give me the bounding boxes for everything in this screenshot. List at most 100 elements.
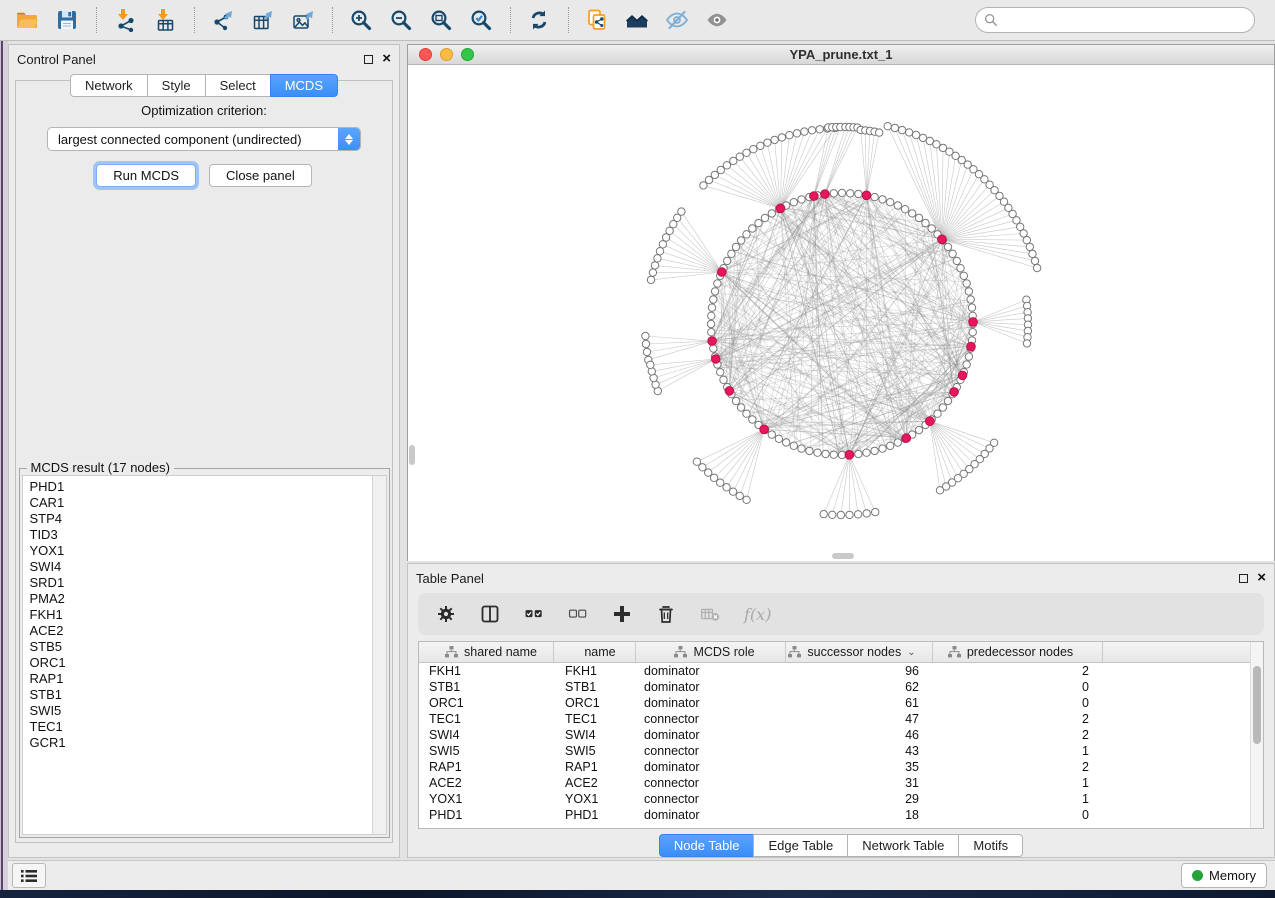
table-row[interactable]: STB1STB1dominator620 (419, 679, 1263, 695)
task-history-button[interactable] (12, 863, 46, 888)
table-settings-button[interactable] (436, 602, 456, 626)
table-row[interactable]: FKH1FKH1dominator962 (419, 663, 1263, 679)
network-node[interactable] (838, 189, 845, 196)
table-row[interactable]: SWI5SWI5connector431 (419, 743, 1263, 759)
mcds-result-item[interactable]: SWI4 (30, 559, 372, 575)
network-node[interactable] (764, 139, 771, 146)
network-node[interactable] (944, 397, 951, 404)
run-mcds-button[interactable]: Run MCDS (96, 164, 196, 187)
network-node[interactable] (732, 397, 739, 404)
network-node[interactable] (771, 136, 778, 143)
network-dominator-node[interactable] (926, 417, 935, 426)
network-dominator-node[interactable] (938, 235, 947, 244)
mcds-result-item[interactable]: STP4 (30, 511, 372, 527)
mcds-result-item[interactable]: ACE2 (30, 623, 372, 639)
table-row[interactable]: ORC1ORC1dominator610 (419, 695, 1263, 711)
tab-style[interactable]: Style (147, 74, 206, 97)
network-node[interactable] (944, 243, 951, 250)
network-node[interactable] (720, 376, 727, 383)
network-node[interactable] (1026, 243, 1033, 250)
network-node[interactable] (953, 257, 960, 264)
mcds-result-item[interactable]: STB5 (30, 639, 372, 655)
network-node[interactable] (647, 276, 654, 283)
network-dominator-node[interactable] (725, 387, 734, 396)
network-node[interactable] (837, 511, 844, 518)
network-node[interactable] (1029, 250, 1036, 257)
deselect-all-rows-button[interactable] (568, 602, 588, 626)
network-node[interactable] (855, 190, 862, 197)
network-node[interactable] (894, 439, 901, 446)
table-scrollbar-thumb[interactable] (1253, 666, 1261, 744)
tab-network-table[interactable]: Network Table (847, 834, 959, 857)
network-dominator-node[interactable] (862, 191, 871, 200)
mcds-result-item[interactable]: GCR1 (30, 735, 372, 751)
network-node[interactable] (710, 345, 717, 352)
network-node[interactable] (963, 361, 970, 368)
network-node[interactable] (871, 193, 878, 200)
first-neighbors-button[interactable] (623, 5, 653, 35)
tab-select[interactable]: Select (205, 74, 271, 97)
network-node[interactable] (915, 214, 922, 221)
network-node[interactable] (934, 410, 941, 417)
network-node[interactable] (708, 312, 715, 319)
network-node[interactable] (909, 210, 916, 217)
network-node[interactable] (724, 257, 731, 264)
network-node[interactable] (710, 474, 717, 481)
network-node[interactable] (854, 511, 861, 518)
network-node[interactable] (891, 124, 898, 131)
network-horizontal-scrollbar[interactable] (832, 553, 854, 559)
network-node[interactable] (879, 445, 886, 452)
network-node[interactable] (1033, 264, 1040, 271)
network-dominator-node[interactable] (760, 425, 769, 434)
network-node[interactable] (730, 157, 737, 164)
network-node[interactable] (969, 329, 976, 336)
network-node[interactable] (790, 442, 797, 449)
network-node[interactable] (814, 449, 821, 456)
table-row[interactable]: SWI4SWI4dominator462 (419, 727, 1263, 743)
network-node[interactable] (768, 210, 775, 217)
network-node[interactable] (743, 496, 750, 503)
mcds-result-item[interactable]: PHD1 (30, 479, 372, 495)
network-node[interactable] (968, 304, 975, 311)
network-node[interactable] (939, 404, 946, 411)
mcds-result-items[interactable]: PHD1CAR1STP4TID3YOX1SWI4SRD1PMA2FKH1ACE2… (23, 476, 372, 834)
mcds-result-item[interactable]: PMA2 (30, 591, 372, 607)
network-node[interactable] (830, 190, 837, 197)
network-node[interactable] (761, 214, 768, 221)
network-node[interactable] (876, 129, 883, 136)
network-node[interactable] (965, 288, 972, 295)
network-node[interactable] (708, 304, 715, 311)
network-canvas[interactable] (408, 65, 1274, 561)
table-scrollbar[interactable] (1250, 642, 1263, 828)
table-row[interactable]: ACE2ACE2connector311 (419, 775, 1263, 791)
network-node[interactable] (723, 162, 730, 169)
network-vertical-scrollbar[interactable] (409, 445, 415, 465)
network-node[interactable] (963, 280, 970, 287)
column-header-predecessor-nodes[interactable]: predecessor nodes (933, 642, 1103, 662)
network-node[interactable] (768, 431, 775, 438)
network-node[interactable] (736, 492, 743, 499)
network-node[interactable] (967, 296, 974, 303)
network-dominator-node[interactable] (969, 318, 978, 327)
delete-column-button[interactable] (656, 602, 676, 626)
zoom-selected-button[interactable] (467, 5, 497, 35)
network-node[interactable] (737, 404, 744, 411)
network-node[interactable] (905, 129, 912, 136)
network-node[interactable] (743, 410, 750, 417)
search-input[interactable] (1004, 12, 1246, 29)
network-node[interactable] (729, 488, 736, 495)
network-node[interactable] (808, 127, 815, 134)
column-header-name[interactable]: name (554, 642, 636, 662)
network-node[interactable] (714, 280, 721, 287)
network-node[interactable] (830, 451, 837, 458)
table-row[interactable]: RAP1RAP1dominator352 (419, 759, 1263, 775)
network-node[interactable] (806, 447, 813, 454)
network-node[interactable] (846, 511, 853, 518)
network-node[interactable] (651, 262, 658, 269)
mcds-result-item[interactable]: SWI5 (30, 703, 372, 719)
mcds-result-item[interactable]: FKH1 (30, 607, 372, 623)
tab-motifs[interactable]: Motifs (958, 834, 1023, 857)
network-node[interactable] (912, 131, 919, 138)
network-node[interactable] (693, 458, 700, 465)
network-node[interactable] (778, 134, 785, 141)
